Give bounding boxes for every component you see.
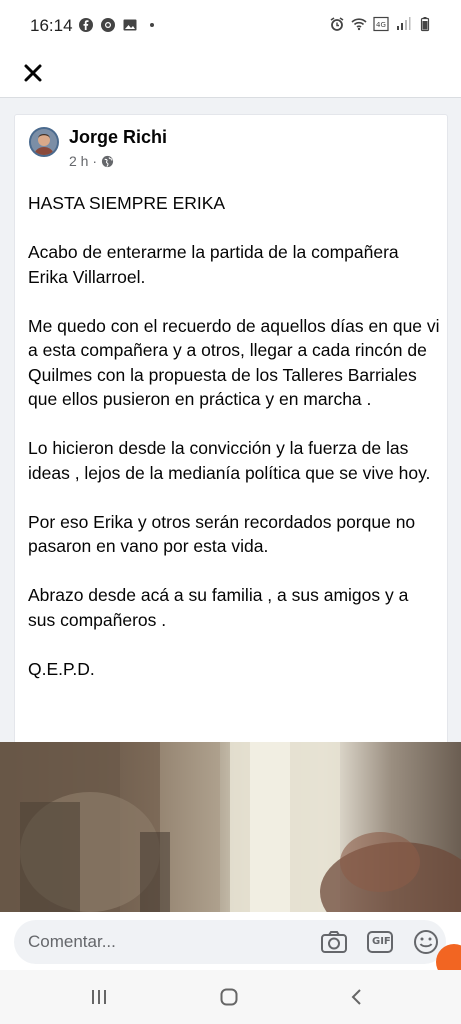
camera-icon[interactable]: [320, 929, 348, 955]
4g-icon: 4G: [373, 16, 389, 32]
battery-icon: [420, 17, 430, 32]
post-paragraph: Por eso Erika y otros serán recordados p…: [28, 511, 416, 557]
post-paragraph: HASTA SIEMPRE ERIKA: [28, 193, 226, 213]
post-paragraph: Q.E.P.D.: [28, 658, 95, 679]
wifi-icon: [351, 18, 367, 31]
post-meta: 2 h ·: [69, 153, 114, 169]
system-nav-bar: [0, 970, 461, 1024]
previous-content-peek: ~ ~: [28, 98, 68, 102]
post-paragraph: Me quedo con el recuerdo de aquellos día…: [28, 315, 440, 410]
post-time[interactable]: 2 h ·: [69, 153, 97, 169]
post-card: Jorge Richi 2 h · HASTA SIEMPRE ERIKA Ac…: [14, 114, 448, 754]
signal-icon: [397, 17, 411, 30]
globe-icon: [101, 155, 114, 167]
author-name[interactable]: Jorge Richi: [69, 127, 167, 148]
back-icon: [351, 989, 361, 1005]
avatar-photo-icon: [31, 129, 57, 155]
status-left-icons: [78, 17, 160, 33]
emoji-icon[interactable]: [412, 929, 440, 955]
facebook-icon: [79, 18, 93, 32]
chrome-icon: [101, 18, 115, 32]
back-button[interactable]: [342, 984, 372, 1010]
avatar[interactable]: [29, 127, 59, 157]
gif-button[interactable]: GIF: [366, 929, 394, 955]
close-button[interactable]: [18, 58, 48, 88]
status-time: 16:14: [30, 16, 73, 35]
status-bar: 16:14 4G: [0, 0, 461, 52]
comment-placeholder: Comentar...: [28, 932, 116, 951]
close-icon: [24, 64, 42, 82]
recents-button[interactable]: [84, 984, 114, 1010]
svg-text:4G: 4G: [376, 21, 386, 29]
post-paragraph: Abrazo desde acá a su familia , a sus am…: [28, 585, 409, 630]
status-right-icons: 4G: [329, 16, 433, 32]
post-paragraph: Lo hicieron desde la convicción y la fue…: [28, 438, 431, 483]
home-icon: [220, 988, 238, 1006]
recents-icon: [92, 990, 106, 1004]
image-icon: [123, 19, 137, 31]
alarm-icon: [330, 17, 344, 31]
post-paragraph: Acabo de enterarme la partida de la comp…: [28, 242, 399, 287]
post-photo[interactable]: [0, 742, 461, 922]
post-photo-image: [0, 742, 461, 922]
gif-label: GIF: [372, 936, 391, 947]
post-body: HASTA SIEMPRE ERIKA Acabo de enterarme l…: [28, 191, 440, 706]
dot-icon: [150, 23, 154, 27]
comment-bar: Comentar... GIF: [0, 912, 461, 970]
top-bar: [0, 52, 461, 98]
home-button[interactable]: [214, 984, 244, 1010]
